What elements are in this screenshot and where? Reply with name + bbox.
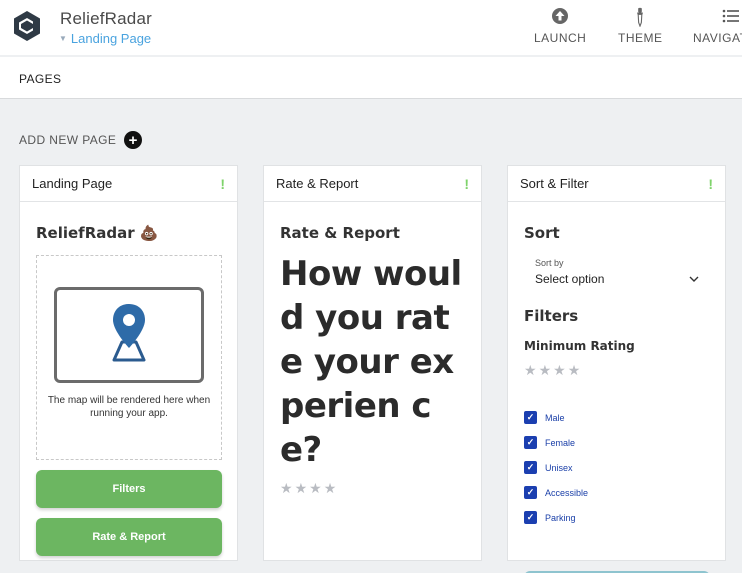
list-icon xyxy=(722,9,739,23)
page-card-sort-filter[interactable]: Sort & Filter ! Sort Sort by Select opti… xyxy=(507,165,726,573)
sort-select-value: Select option xyxy=(535,272,605,286)
star-icon[interactable]: ★ xyxy=(280,480,293,497)
add-new-page-button[interactable]: ADD NEW PAGE + xyxy=(19,131,143,149)
theme-label: THEME xyxy=(618,31,663,45)
page-card-header: Rate & Report ! xyxy=(264,166,481,202)
warning-flag-icon: ! xyxy=(464,175,469,192)
map-placeholder-text: The map will be rendered here when runni… xyxy=(47,395,211,419)
warning-flag-icon: ! xyxy=(220,175,225,192)
theme-button[interactable]: THEME xyxy=(618,7,663,45)
page-switcher[interactable]: ▼ Landing Page xyxy=(59,31,151,46)
rate-report-button[interactable]: Rate & Report xyxy=(36,518,222,556)
checkbox-label: Parking xyxy=(545,512,576,523)
checkbox-checked-icon[interactable]: ✓ xyxy=(524,411,537,424)
plus-circle-icon: + xyxy=(124,131,143,149)
star-rating[interactable]: ★ ★ ★ ★ xyxy=(280,480,465,497)
upload-circle-icon xyxy=(552,8,569,24)
app-header: ReliefRadar ▼ Landing Page LAUNCH THEME … xyxy=(0,0,742,55)
page-card-rate-report[interactable]: Rate & Report ! Rate & Report How would … xyxy=(263,165,482,561)
page-card-title: Rate & Report xyxy=(276,176,359,191)
launch-button[interactable]: LAUNCH xyxy=(534,7,586,45)
sort-select[interactable]: Select option xyxy=(535,272,699,286)
filter-checkbox-list: ✓ Male ✓ Female ✓ Unisex ✓ Accessible ✓ … xyxy=(524,405,709,530)
star-icon[interactable]: ★ xyxy=(324,480,337,497)
star-icon[interactable]: ★ xyxy=(524,362,537,379)
checkbox-checked-icon[interactable]: ✓ xyxy=(524,486,537,499)
sort-heading: Sort xyxy=(524,224,560,242)
filter-checkbox-unisex[interactable]: ✓ Unisex xyxy=(524,455,709,480)
current-page-label: Landing Page xyxy=(70,31,152,46)
map-pin-icon xyxy=(112,304,146,362)
star-icon[interactable]: ★ xyxy=(539,362,552,379)
star-icon[interactable]: ★ xyxy=(568,362,581,379)
star-icon[interactable]: ★ xyxy=(295,480,308,497)
filters-button[interactable]: Filters xyxy=(36,470,222,508)
launch-label: LAUNCH xyxy=(534,31,587,45)
pages-bar: PAGES xyxy=(0,57,742,99)
page-card-header: Landing Page ! xyxy=(20,166,237,202)
section-heading: Rate & Report xyxy=(280,224,400,242)
rating-question: How would you rate your experien ce? xyxy=(280,254,462,470)
filter-checkbox-parking[interactable]: ✓ Parking xyxy=(524,505,709,530)
checkbox-label: Female xyxy=(545,437,576,448)
page-card-header: Sort & Filter ! xyxy=(508,166,725,202)
checkbox-label: Male xyxy=(545,412,565,423)
app-title: ReliefRadar xyxy=(60,9,152,28)
filter-checkbox-female[interactable]: ✓ Female xyxy=(524,430,709,455)
checkbox-checked-icon[interactable]: ✓ xyxy=(524,461,537,474)
page-card-title: Sort & Filter xyxy=(520,176,589,191)
brand-heading: ReliefRadar 💩 xyxy=(36,224,159,242)
star-icon[interactable]: ★ xyxy=(553,362,566,379)
warning-flag-icon: ! xyxy=(708,175,713,192)
filter-checkbox-male[interactable]: ✓ Male xyxy=(524,405,709,430)
navigation-button[interactable]: NAVIGAT xyxy=(693,7,742,45)
filters-heading: Filters xyxy=(524,307,579,325)
eyedropper-icon xyxy=(637,7,643,27)
map-placeholder: The map will be rendered here when runni… xyxy=(36,255,222,460)
checkbox-label: Unisex xyxy=(545,462,573,473)
star-icon[interactable]: ★ xyxy=(309,480,322,497)
filter-checkbox-accessible[interactable]: ✓ Accessible xyxy=(524,480,709,505)
chevron-down-icon xyxy=(689,276,699,282)
checkbox-checked-icon[interactable]: ✓ xyxy=(524,436,537,449)
sort-by-label: Sort by xyxy=(535,258,564,268)
checkbox-label: Accessible xyxy=(545,487,589,498)
app-logo-icon[interactable] xyxy=(12,10,42,42)
min-rating-stars[interactable]: ★ ★ ★ ★ xyxy=(524,362,709,379)
page-card-title: Landing Page xyxy=(32,176,113,191)
navigation-label: NAVIGAT xyxy=(693,31,742,45)
checkbox-checked-icon[interactable]: ✓ xyxy=(524,511,537,524)
pages-tab[interactable]: PAGES xyxy=(19,72,61,86)
page-card-landing[interactable]: Landing Page ! ReliefRadar 💩 The map wil… xyxy=(19,165,238,561)
add-new-page-label: ADD NEW PAGE xyxy=(19,133,117,147)
min-rating-label: Minimum Rating xyxy=(524,339,635,353)
map-frame xyxy=(54,287,204,383)
caret-down-icon: ▼ xyxy=(59,34,67,43)
